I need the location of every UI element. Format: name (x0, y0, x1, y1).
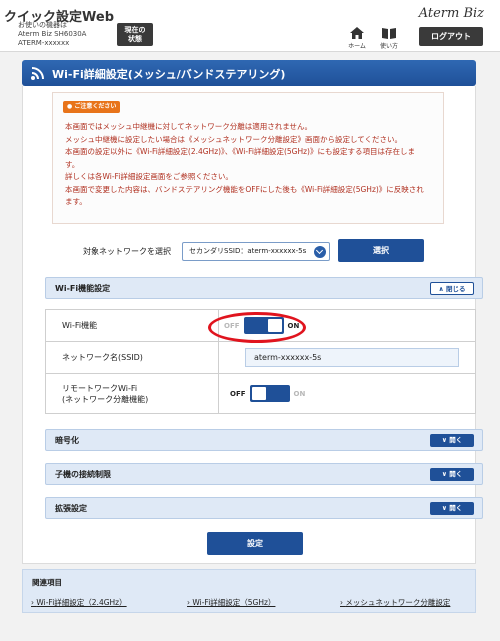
help-label: 使い方 (379, 43, 398, 50)
ssid-input[interactable]: aterm-xxxxxx-5s (245, 348, 459, 367)
app-header: クイック設定Web お使いの機器は Aterm Biz SH6030A ATER… (0, 0, 500, 52)
apply-settings-button[interactable]: 設定 (207, 532, 303, 555)
expand-label: 開く (449, 436, 463, 444)
section-access-limit-title: 子機の接続制限 (55, 470, 111, 479)
network-select-label: 対象ネットワークを選択 (83, 247, 171, 256)
table-row-ssid: ネットワーク名(SSID) aterm-xxxxxx-5s (46, 342, 475, 374)
page-title-bar: Wi-Fi詳細設定(メッシュ/バンドステアリング) (22, 60, 476, 86)
section-wifi-function-title: Wi-Fi機能設定 (55, 284, 111, 293)
wifi-icon (31, 67, 44, 80)
section-extended: 拡張設定 ∨ 開く (45, 497, 483, 519)
notice-box: ● ご注意ください 本画面ではメッシュ中継機に対してネットワーク分離は適用されま… (52, 92, 444, 224)
notice-text: 本画面ではメッシュ中継機に対してネットワーク分離は適用されません。 メッシュ中継… (65, 121, 435, 209)
notice-badge: ● ご注意ください (63, 101, 121, 113)
status-button-line1: 現在の (124, 26, 146, 34)
page-title: Wi-Fi詳細設定(メッシュ/バンドステアリング) (52, 68, 286, 81)
status-button-line2: 状態 (128, 35, 142, 43)
notice-badge-text: ご注意ください (74, 103, 117, 110)
device-model: Aterm Biz SH6030A (18, 30, 87, 38)
related-title: 関連項目 (32, 578, 62, 587)
collapse-button[interactable]: ∧ 閉じる (430, 282, 474, 295)
home-label: ホーム (348, 43, 366, 50)
link-wifi-2g[interactable]: › Wi-Fi詳細設定（2.4GHz） (31, 597, 127, 608)
remote-toggle-knob (251, 387, 266, 400)
table-row-remote: リモートワークWi-Fi (ネットワーク分離機能) OFF ON (46, 374, 475, 413)
link-mesh-separation[interactable]: › メッシュネットワーク分離設定 (340, 597, 450, 608)
related-links-panel: 関連項目 › Wi-Fi詳細設定（2.4GHz） › Wi-Fi詳細設定（5GH… (22, 569, 476, 613)
expand-button[interactable]: ∨ 開く (430, 434, 474, 447)
logout-button[interactable]: ログアウト (419, 27, 483, 46)
remote-wifi-label-line2: (ネットワーク分離機能) (62, 394, 149, 404)
chevron-down-icon (314, 246, 326, 258)
brand-logo: Aterm Biz (418, 6, 484, 21)
highlight-ellipse (208, 312, 306, 343)
section-wifi-function: Wi-Fi機能設定 ∧ 閉じる (45, 277, 483, 299)
remote-wifi-label-line1: リモートワークWi-Fi (62, 383, 138, 393)
remote-wifi-toggle[interactable]: OFF ON (230, 385, 305, 402)
notice-line: 本画面の設定以外に《Wi-Fi詳細設定(2.4GHz)》、《Wi-Fi詳細設定(… (65, 147, 415, 156)
notice-line: 本画面で変更した内容は、バンドステアリング機能をOFFにした後も《Wi-Fi詳細… (65, 184, 424, 194)
remote-on-label: ON (293, 389, 306, 398)
device-name: ATERM-xxxxxx (18, 39, 70, 47)
home-icon (350, 27, 364, 39)
remote-toggle-track (249, 385, 290, 402)
select-network-button[interactable]: 選択 (338, 239, 424, 262)
network-select-dropdown[interactable]: セカンダリSSID：aterm-xxxxxx-5s (182, 242, 330, 261)
help-link[interactable]: 使い方 (374, 26, 404, 50)
expand-button[interactable]: ∨ 開く (430, 502, 474, 515)
book-icon (382, 28, 396, 39)
remote-wifi-label: リモートワークWi-Fi (ネットワーク分離機能) (46, 374, 219, 413)
device-info: お使いの機器は Aterm Biz SH6030A ATERM-xxxxxx (18, 21, 86, 48)
link-wifi-5g-text: Wi-Fi詳細設定（5GHz） (192, 598, 276, 607)
home-link[interactable]: ホーム (342, 26, 372, 50)
remote-off-label: OFF (230, 389, 246, 398)
link-mesh-separation-text: メッシュネットワーク分離設定 (345, 598, 451, 607)
link-wifi-2g-text: Wi-Fi詳細設定（2.4GHz） (36, 598, 127, 607)
notice-line: す。 (65, 159, 80, 169)
current-status-button[interactable]: 現在の 状態 (117, 23, 153, 46)
notice-line: メッシュ中継機に設定したい場合は《メッシュネットワーク分離設定》画面から設定して… (65, 134, 403, 144)
expand-label: 開く (449, 504, 463, 512)
notice-line: 本画面ではメッシュ中継機に対してネットワーク分離は適用されません。 (65, 122, 313, 131)
collapse-label: 閉じる (446, 285, 466, 293)
device-label: お使いの機器は (18, 21, 67, 29)
notice-line: ます。 (65, 197, 87, 206)
ssid-label: ネットワーク名(SSID) (46, 342, 219, 373)
wifi-function-label: Wi-Fi機能 (46, 310, 219, 341)
notice-line: 詳しくは各Wi-Fi詳細設定画面をご参照ください。 (65, 172, 233, 181)
expand-button[interactable]: ∨ 開く (430, 468, 474, 481)
link-wifi-5g[interactable]: › Wi-Fi詳細設定（5GHz） (187, 597, 275, 608)
expand-label: 開く (449, 470, 463, 478)
network-select-value: セカンダリSSID：aterm-xxxxxx-5s (189, 247, 307, 255)
section-encryption: 暗号化 ∨ 開く (45, 429, 483, 451)
section-encryption-title: 暗号化 (55, 436, 79, 445)
section-extended-title: 拡張設定 (55, 504, 87, 513)
section-access-limit: 子機の接続制限 ∨ 開く (45, 463, 483, 485)
